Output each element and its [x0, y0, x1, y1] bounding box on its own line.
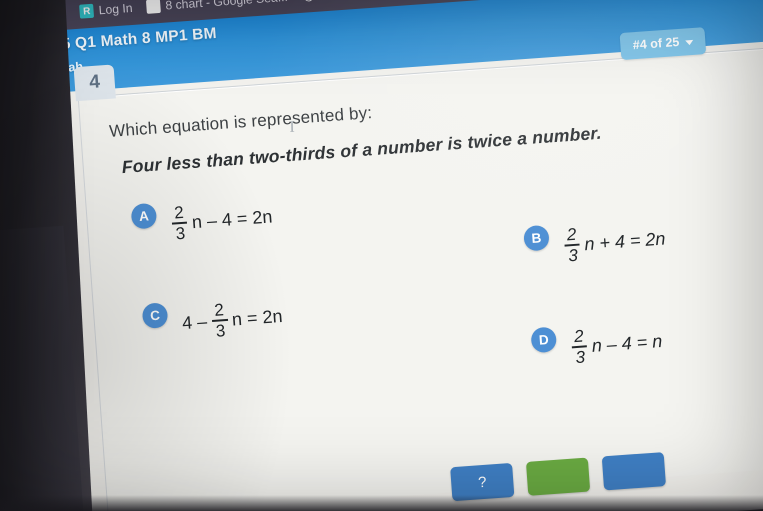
equation-tail: n = 2n [231, 306, 284, 330]
bookmark-new-tab[interactable]: ⓢ New Tab [301, 0, 368, 3]
question-card: Which equation is represented by: Four l… [77, 42, 763, 511]
google-icon: G [145, 0, 161, 14]
bookmark-8-chart-google-search[interactable]: G 8 chart - Google Sea... [145, 0, 289, 14]
screenshot-root: ...ssessment.aspx?SID=98825&STID=14241&N… [0, 0, 763, 511]
fraction-denominator: 3 [567, 245, 579, 265]
equation-tail: n + 4 = 2n [583, 228, 667, 255]
question-prompt: Which equation is represented by: [108, 103, 373, 141]
help-button[interactable]: ? [450, 462, 515, 502]
question-number-tab: 4 [73, 64, 116, 102]
fraction-two-thirds: 2 3 [571, 326, 589, 367]
question-progress-label: #4 of 25 [632, 34, 680, 53]
compass-icon: ⓢ [301, 0, 316, 3]
choice-bubble-b[interactable]: B [523, 224, 550, 252]
fraction-numerator: 2 [173, 202, 185, 223]
fraction-denominator: 3 [215, 320, 226, 341]
fraction-denominator: 3 [574, 347, 586, 367]
fraction-two-thirds: 2 3 [211, 300, 229, 341]
answer-choice-b[interactable]: B 2 3 n + 4 = 2n [523, 214, 668, 268]
choice-bubble-a[interactable]: A [130, 202, 158, 230]
fraction-denominator: 3 [175, 223, 186, 243]
choice-equation-a: 2 3 n – 4 = 2n [168, 198, 275, 243]
answer-choice-a[interactable]: A 2 3 n – 4 = 2n [130, 192, 275, 246]
check-button[interactable] [525, 457, 591, 496]
answer-choice-d[interactable]: D 2 3 n – 4 = n [530, 317, 665, 370]
choice-equation-b: 2 3 n + 4 = 2n [560, 220, 668, 265]
monitor-screen: ...ssessment.aspx?SID=98825&STID=14241&N… [0, 0, 763, 511]
choice-bubble-d[interactable]: D [530, 326, 558, 354]
fraction-two-thirds: 2 3 [563, 224, 581, 265]
fraction-numerator: 2 [573, 326, 585, 347]
bookmark-label: Log In [98, 0, 134, 18]
chevron-down-icon [685, 39, 694, 45]
choice-equation-d: 2 3 n – 4 = n [568, 323, 665, 367]
fraction-numerator: 2 [566, 224, 577, 245]
fraction-numerator: 2 [213, 300, 225, 320]
bookmark-label: 8 chart - Google Sea... [164, 0, 289, 13]
bookmark-label: New Tab [320, 0, 368, 1]
equation-tail: n – 4 = 2n [191, 206, 274, 233]
choice-equation-c: 4 – 2 3 n = 2n [179, 298, 285, 343]
choice-bubble-c[interactable]: C [141, 302, 169, 329]
bookmark-log-in[interactable]: R Log In [79, 1, 133, 19]
fraction-two-thirds: 2 3 [171, 202, 189, 243]
text-cursor-icon: I [289, 118, 295, 136]
equation-lead: 4 – [181, 311, 208, 334]
next-button[interactable] [601, 452, 667, 491]
equation-tail: n – 4 = n [591, 331, 663, 357]
renaissance-icon: R [79, 3, 95, 19]
answer-choice-c[interactable]: C 4 – 2 3 n = 2n [141, 292, 286, 346]
